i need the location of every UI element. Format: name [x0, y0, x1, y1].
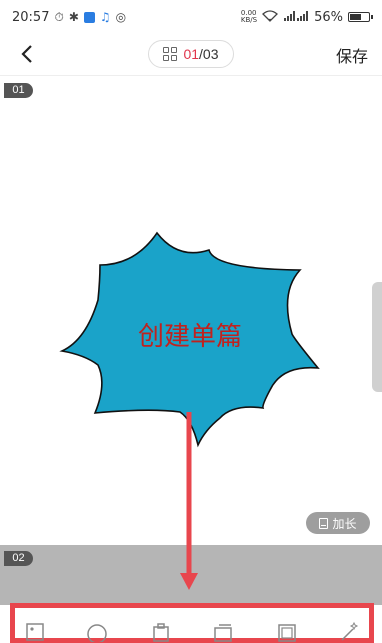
- bluetooth-icon: ✱: [68, 10, 79, 24]
- signal-icon: [283, 10, 309, 25]
- app-notification-icon: [83, 11, 95, 23]
- wifi-icon: [262, 9, 279, 25]
- qq-icon: ♫: [99, 10, 111, 24]
- lengthen-button[interactable]: 加长: [306, 512, 370, 534]
- status-left: 20:57 ⏱ ✱ ♫ ◎: [12, 10, 126, 25]
- back-button[interactable]: [14, 40, 42, 68]
- shape-text[interactable]: 创建单篇: [120, 316, 260, 353]
- frame-tool-icon[interactable]: [213, 618, 233, 642]
- net-speed: 0.00 KB/S: [241, 10, 257, 24]
- save-button[interactable]: 保存: [336, 43, 368, 67]
- page-2[interactable]: 02: [0, 545, 382, 605]
- status-bar: 20:57 ⏱ ✱ ♫ ◎ 0.00 KB/S 56%: [0, 0, 382, 34]
- page-total: /03: [199, 46, 219, 62]
- layout-tool-icon[interactable]: [277, 618, 297, 642]
- page-indicator[interactable]: 01/03: [148, 40, 234, 68]
- bottom-toolbar: [10, 603, 374, 643]
- magic-tool-icon[interactable]: [339, 618, 359, 642]
- page-current: 01: [183, 46, 200, 62]
- template-tool-icon[interactable]: [151, 618, 171, 642]
- music-icon: ◎: [115, 10, 127, 24]
- alarm-icon: ⏱: [54, 9, 64, 24]
- lengthen-label: 加长: [332, 516, 357, 531]
- image-tool-icon[interactable]: [25, 618, 45, 642]
- grid-icon: [163, 47, 178, 61]
- battery-percent: 56%: [314, 9, 343, 25]
- page-label-1: 01: [4, 83, 33, 98]
- net-speed-unit: KB/S: [240, 16, 258, 24]
- status-time: 20:57: [12, 9, 50, 25]
- back-arrow-icon: [21, 45, 32, 63]
- app-header: 01/03 保存: [0, 34, 382, 76]
- battery-icon: [348, 12, 373, 22]
- page-1[interactable]: 01: [0, 78, 382, 544]
- sticker-tool-icon[interactable]: [87, 618, 107, 642]
- status-right: 0.00 KB/S 56%: [241, 9, 373, 25]
- side-scroll-tab[interactable]: [372, 282, 382, 392]
- lengthen-icon: [319, 517, 329, 529]
- page-label-2: 02: [4, 551, 33, 566]
